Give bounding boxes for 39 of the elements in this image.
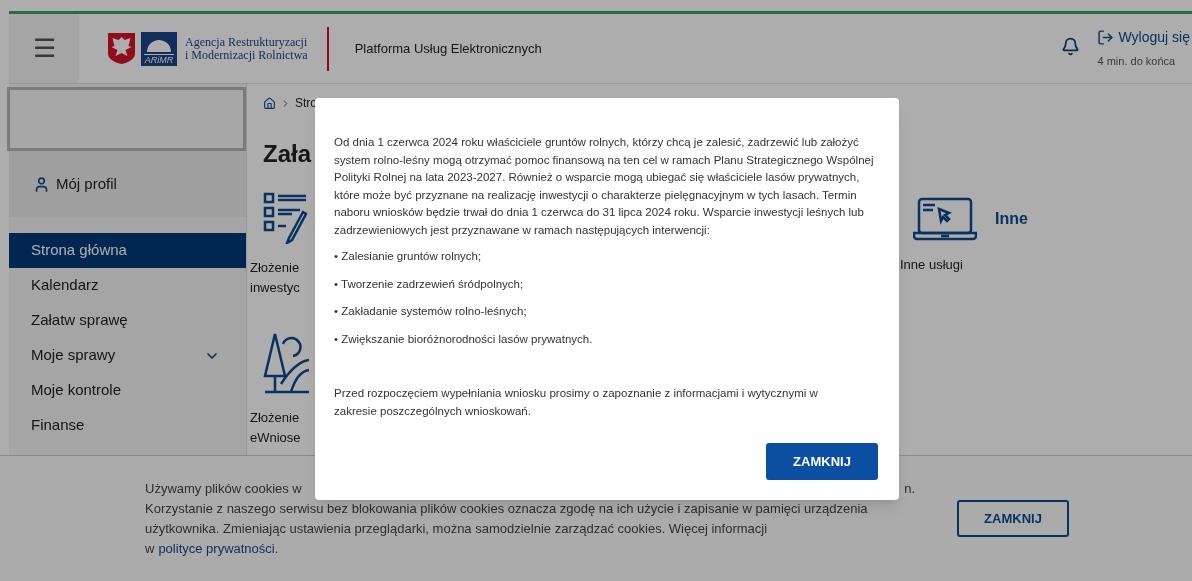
card-description: Inne usługi (900, 256, 964, 274)
laptop-cursor-icon (913, 197, 977, 241)
dialog-paragraph: Od dnia 1 czerwca 2024 roku właściciele gruntów rolnych, którzy chcą je zalesić, zadrzewić lub założyć system rolno-leśny mogą otrzymać pomoc finansową na ten cel w ramach Planu Strategicznego Wspólnej Polityki Rolnej na lata 2023-2027. Również o wsparcie mogą ubiegać się właściciele lasów prywatnych, które może być przyznane na realizację inwestycji o charakterze pielęgnacyjnym w tych lasach. Termin naboru wniosków będzie trwał do dnia 1 czerwca do 31 lipca 2024 roku. Wsparcie inwestycji leśnych lub zadrzewieniowych jest przyznawane w ramach następujących interwencji: (334, 135, 875, 238)
profile-link[interactable]: Mój profil (9, 151, 246, 217)
cookie-text: n. (904, 479, 915, 498)
cookie-text: w (145, 539, 155, 558)
cookie-close-button[interactable]: ZAMKNIJ (957, 500, 1069, 537)
dialog-list-item: • Zwiększanie bioróżnorodności lasów prywatnych. (334, 331, 594, 347)
nav-item[interactable]: Załatw sprawę (9, 303, 246, 338)
privacy-policy-link[interactable]: polityce prywatności. (158, 538, 279, 559)
cookie-text: Korzystanie z naszego serwisu bez blokowania plików cookies oznacza zgodę na ich użycie i zapisanie w pamięci urządzenia (145, 499, 869, 518)
home-icon[interactable] (263, 96, 276, 110)
dialog-list-item: • Zakładanie systemów rolno-leśnych; (334, 304, 528, 319)
dialog-list-item: • Zalesianie gruntów rolnych; (334, 249, 483, 264)
nav-item[interactable]: Moje kontrole (9, 373, 246, 408)
dialog-close-button[interactable]: ZAMKNIJ (766, 443, 878, 480)
agency-name: Agencja Restrukturyzacji i Modernizacji Rolnictwa (185, 35, 308, 62)
session-timer: 4 min. do końca (1097, 54, 1177, 70)
card-title[interactable]: Inne (995, 207, 1028, 231)
card-description: Złożenie inwestyc (250, 259, 301, 297)
menu-button[interactable]: ☰ (9, 14, 79, 83)
nav-item[interactable]: Finanse (9, 408, 246, 443)
cookie-text: Używamy plików cookies w (145, 479, 302, 498)
logout-link[interactable]: Wyloguj się (1096, 27, 1190, 49)
dialog-paragraph: Przed rozpoczęciem wypełniania wniosku prosimy o zapoznanie z informacjami i wytycznymi w zakresie poszczególnych wnioskowań. (334, 386, 819, 419)
notification-bell-icon[interactable] (1060, 37, 1080, 57)
dialog-list-item: • Tworzenie zadrzewień śródpolnych; (334, 276, 525, 292)
logout-icon (1096, 29, 1114, 47)
nav-item[interactable]: Strona główna (9, 233, 246, 268)
user-icon (33, 175, 50, 193)
forest-icon (263, 332, 309, 394)
agency-logo: ARiMR (141, 31, 177, 66)
platform-title: Platforma Usług Elektronicznych (354, 39, 542, 58)
nav-item[interactable]: Kalendarz (9, 268, 246, 303)
card-description: Złożenie eWniose (250, 409, 302, 447)
nav-item[interactable]: Moje sprawy (9, 338, 246, 373)
cookie-text: użytkownika. Zmieniając ustawienia przeglądarki, można samodzielnie zarządzać cookies. Więcej informacji (145, 519, 769, 538)
checklist-icon (263, 192, 309, 244)
page-heading: Zała (263, 139, 312, 169)
